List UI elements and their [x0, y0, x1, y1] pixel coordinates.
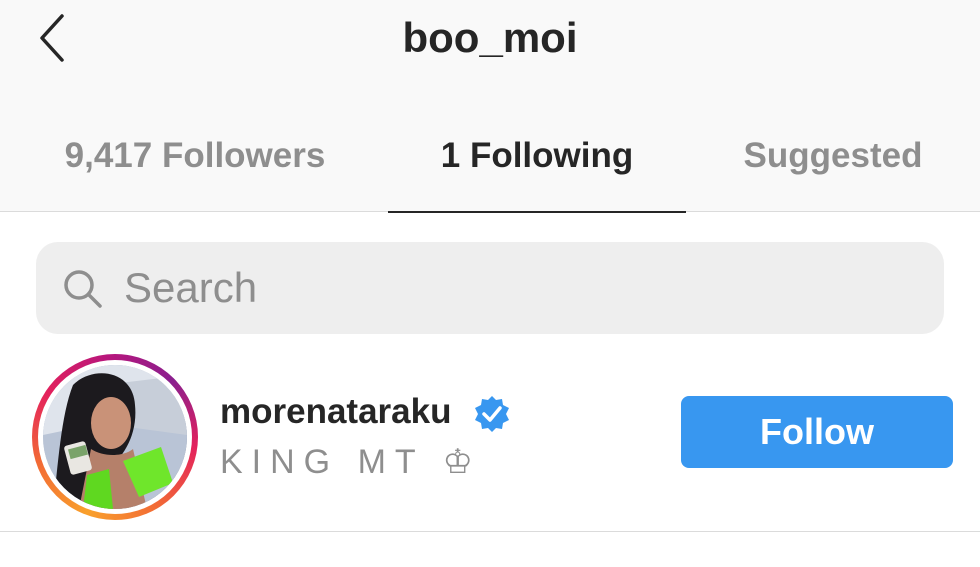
page-title: boo_moi [402, 14, 578, 61]
active-tab-indicator [388, 211, 686, 213]
search-icon [64, 270, 102, 308]
tab-bar: 9,417 Followers 1 Following Suggested [0, 100, 980, 213]
list-item[interactable]: morenataraku KING MT ♔ Follow [0, 340, 980, 532]
verified-badge-icon [475, 396, 509, 432]
follow-button[interactable]: Follow [681, 396, 953, 468]
top-bar: boo_moi 9,417 Followers 1 Following Sugg… [0, 0, 980, 213]
tab-following[interactable]: 1 Following [388, 100, 686, 212]
avatar [43, 365, 187, 509]
tab-suggested[interactable]: Suggested [718, 100, 948, 212]
username[interactable]: morenataraku [220, 392, 451, 432]
tab-followers[interactable]: 9,417 Followers [40, 100, 350, 212]
avatar-photo [43, 365, 187, 509]
avatar-story-ring[interactable] [32, 354, 198, 520]
full-name: KING MT ♔ [220, 443, 482, 481]
search-input[interactable] [124, 258, 904, 318]
